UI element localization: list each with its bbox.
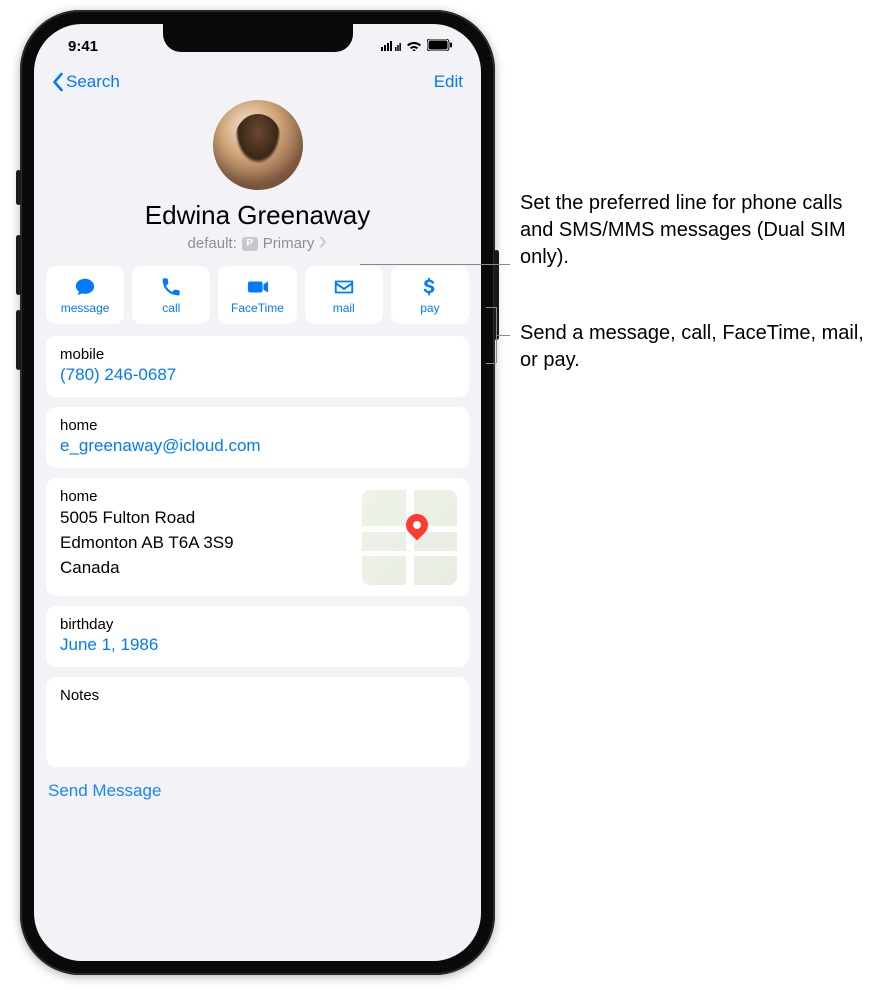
annotation-bracket xyxy=(486,307,496,308)
message-icon xyxy=(74,276,96,298)
chevron-left-icon xyxy=(52,72,64,92)
action-message[interactable]: message xyxy=(46,266,124,324)
sim-name: Primary xyxy=(263,235,315,252)
dual-sim-signal-icon xyxy=(381,38,401,55)
back-label: Search xyxy=(66,72,120,92)
default-sim-row[interactable]: default: P Primary xyxy=(34,235,481,252)
map-pin-icon xyxy=(401,509,432,540)
annotation-actions: Send a message, call, FaceTime, mail, or… xyxy=(520,320,870,374)
notes-card[interactable]: Notes xyxy=(46,677,469,767)
action-facetime[interactable]: FaceTime xyxy=(218,266,296,324)
map-thumbnail[interactable] xyxy=(362,490,457,585)
action-label: FaceTime xyxy=(231,301,284,315)
volume-up-button xyxy=(16,235,21,295)
phone-card[interactable]: mobile (780) 246-0687 xyxy=(46,336,469,397)
action-label: pay xyxy=(420,301,439,315)
nav-bar: Search Edit xyxy=(34,68,481,98)
phone-icon xyxy=(160,276,182,298)
phone-frame: 9:41 Search Edit Edwina xyxy=(20,10,495,975)
chevron-right-icon xyxy=(319,235,327,252)
volume-down-button xyxy=(16,310,21,370)
edit-button[interactable]: Edit xyxy=(434,72,463,92)
annotation-line xyxy=(360,264,510,265)
action-label: message xyxy=(61,301,110,315)
screen: 9:41 Search Edit Edwina xyxy=(34,24,481,961)
sim-badge-icon: P xyxy=(242,237,258,251)
action-pay[interactable]: pay xyxy=(391,266,469,324)
birthday-value: June 1, 1986 xyxy=(60,635,455,655)
notes-label: Notes xyxy=(60,687,455,704)
status-time: 9:41 xyxy=(68,38,98,55)
address-card[interactable]: home 5005 Fulton Road Edmonton AB T6A 3S… xyxy=(46,478,469,596)
video-icon xyxy=(247,276,269,298)
annotation-sim: Set the preferred line for phone calls a… xyxy=(520,190,870,271)
phone-label: mobile xyxy=(60,346,455,363)
battery-icon xyxy=(427,38,453,55)
action-label: mail xyxy=(333,301,355,315)
phone-value[interactable]: (780) 246-0687 xyxy=(60,365,455,385)
dollar-icon xyxy=(419,276,441,298)
mail-icon xyxy=(333,276,355,298)
contact-avatar[interactable] xyxy=(213,100,303,190)
birthday-label: birthday xyxy=(60,616,455,633)
birthday-card[interactable]: birthday June 1, 1986 xyxy=(46,606,469,667)
default-label: default: xyxy=(188,235,237,252)
email-card[interactable]: home e_greenaway@icloud.com xyxy=(46,407,469,468)
action-mail[interactable]: mail xyxy=(305,266,383,324)
back-button[interactable]: Search xyxy=(52,72,120,92)
annotation-line xyxy=(496,335,510,336)
notch xyxy=(163,24,353,52)
send-message-link[interactable]: Send Message xyxy=(34,767,481,801)
email-value[interactable]: e_greenaway@icloud.com xyxy=(60,436,455,456)
silent-switch xyxy=(16,170,21,205)
email-label: home xyxy=(60,417,455,434)
contact-name: Edwina Greenaway xyxy=(34,200,481,231)
wifi-icon xyxy=(406,38,422,55)
action-label: call xyxy=(162,301,180,315)
annotation-bracket xyxy=(486,363,496,364)
action-call[interactable]: call xyxy=(132,266,210,324)
